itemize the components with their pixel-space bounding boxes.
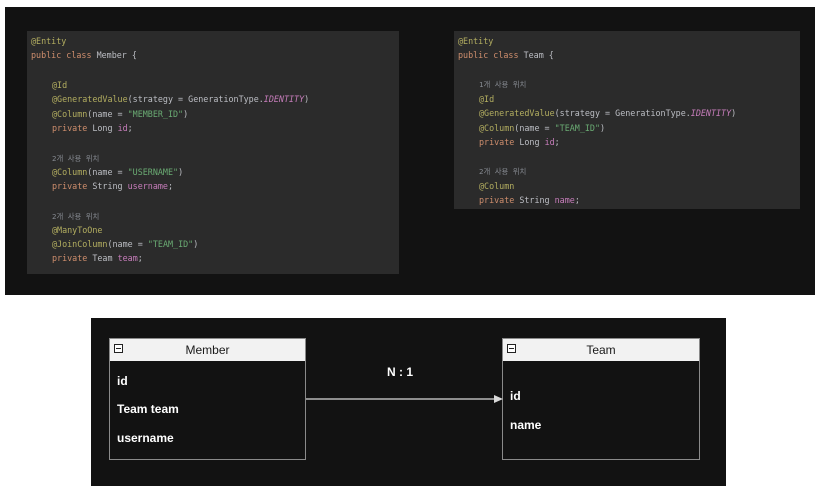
member-class-code: @Entity public class Member { @Id @Gener…	[27, 31, 399, 274]
private-keyword: private	[52, 181, 93, 191]
identity-constant: IDENTITY	[690, 108, 732, 118]
usage-hint[interactable]: 2개 사용 위치	[479, 166, 526, 177]
join-column-name-string: "TEAM_ID"	[147, 239, 194, 249]
usage-hint[interactable]: 2개 사용 위치	[52, 153, 99, 164]
field-type: String	[519, 195, 555, 205]
code-line: @Entity	[458, 36, 493, 47]
code-line: private String name;	[479, 195, 580, 206]
field-type: Long	[519, 137, 545, 147]
private-keyword: private	[479, 137, 520, 147]
column-args-close: )	[178, 167, 184, 177]
code-line: @Id	[479, 94, 494, 105]
relationship-cardinality-label: N : 1	[387, 365, 414, 379]
code-line: @Id	[52, 80, 67, 91]
field-name: team	[117, 253, 138, 263]
semicolon: ;	[137, 253, 143, 263]
field-name: id	[544, 137, 555, 147]
team-class-code: @Entity public class Team { 1개 사용 위치 @Id…	[454, 31, 800, 209]
code-line: @Column(name = "MEMBER_ID")	[52, 109, 188, 120]
generated-args-close: )	[304, 94, 310, 104]
generated-value-annotation: @GeneratedValue	[52, 94, 128, 104]
code-line: @Column	[479, 181, 514, 192]
code-line: private String username;	[52, 181, 173, 192]
class-name: Team	[523, 50, 544, 60]
column-args: (name =	[87, 167, 128, 177]
entity-annotation: @Entity	[31, 36, 67, 46]
column-args-close: )	[183, 109, 189, 119]
code-line: @JoinColumn(name = "TEAM_ID")	[52, 239, 198, 250]
semicolon: ;	[574, 195, 580, 205]
semicolon: ;	[167, 181, 174, 191]
column-args: (name =	[514, 123, 555, 133]
column-args: (name =	[87, 109, 128, 119]
join-column-args-close: )	[193, 239, 199, 249]
class-name: Member	[96, 50, 127, 60]
field-type: Long	[92, 123, 118, 133]
code-line: @Column(name = "TEAM_ID")	[479, 123, 605, 134]
column-annotation: @Column	[479, 123, 515, 133]
column-name-string: "TEAM_ID"	[554, 123, 601, 133]
entity-annotation: @Entity	[458, 36, 494, 46]
generated-value-annotation: @GeneratedValue	[479, 108, 555, 118]
class-open-brace: {	[126, 50, 137, 60]
semicolon: ;	[554, 137, 560, 147]
code-line: private Long id;	[479, 137, 560, 148]
field-type: Team	[92, 253, 118, 263]
identity-constant: IDENTITY	[263, 94, 305, 104]
code-line: private Long id;	[52, 123, 133, 134]
class-keyword: public class	[458, 50, 524, 60]
code-line: public class Member {	[31, 50, 137, 61]
field-type: String	[92, 181, 128, 191]
id-annotation: @Id	[52, 80, 68, 90]
relationship-connector	[306, 395, 503, 403]
generated-args: (strategy = GenerationType.	[127, 94, 264, 104]
private-keyword: private	[52, 253, 93, 263]
er-diagram: Member id Team team username Team id nam…	[91, 318, 726, 486]
generated-args: (strategy = GenerationType.	[554, 108, 691, 118]
join-column-annotation: @JoinColumn	[52, 239, 108, 249]
usage-hint[interactable]: 1개 사용 위치	[479, 79, 526, 90]
column-args-close: )	[600, 123, 606, 133]
column-name-string: "MEMBER_ID"	[127, 109, 184, 119]
class-keyword: public class	[31, 50, 97, 60]
field-name: name	[554, 195, 575, 205]
column-annotation: @Column	[479, 181, 515, 191]
id-annotation: @Id	[479, 94, 495, 104]
column-name-string: "USERNAME"	[127, 167, 179, 177]
generated-args-close: )	[731, 108, 737, 118]
code-line: public class Team {	[458, 50, 554, 61]
private-keyword: private	[52, 123, 93, 133]
code-line: private Team team;	[52, 253, 143, 264]
code-line: @Entity	[31, 36, 66, 47]
code-screenshot-panel: @Entity public class Member { @Id @Gener…	[5, 7, 815, 295]
code-line: @GeneratedValue(strategy = GenerationTyp…	[52, 94, 309, 105]
field-name: username	[127, 181, 168, 191]
column-annotation: @Column	[52, 167, 88, 177]
join-column-args: (name =	[107, 239, 148, 249]
code-line: @ManyToOne	[52, 225, 102, 236]
field-name: id	[117, 123, 128, 133]
many-to-one-annotation: @ManyToOne	[52, 225, 103, 235]
arrow-head-icon	[494, 395, 503, 403]
code-line: @GeneratedValue(strategy = GenerationTyp…	[479, 108, 736, 119]
column-annotation: @Column	[52, 109, 88, 119]
private-keyword: private	[479, 195, 520, 205]
usage-hint[interactable]: 2개 사용 위치	[52, 211, 99, 222]
code-line: @Column(name = "USERNAME")	[52, 167, 183, 178]
semicolon: ;	[127, 123, 133, 133]
class-open-brace: {	[543, 50, 554, 60]
